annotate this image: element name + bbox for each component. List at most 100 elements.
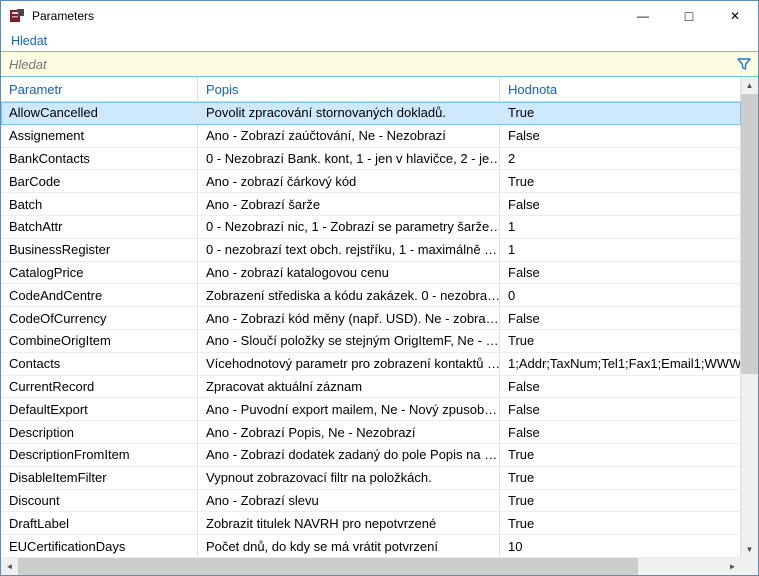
table-row[interactable]: EUCertificationDays Počet dnů, do kdy se…	[1, 535, 741, 558]
header-hodnota[interactable]: Hodnota	[500, 77, 741, 101]
header-parametr[interactable]: Parametr	[1, 77, 198, 101]
param-cell: CatalogPrice	[1, 262, 198, 284]
popis-cell: Ano - Zobrazí zaúčtování, Ne - Nezobrazí	[198, 125, 500, 147]
popis-cell: Ano - Zobrazí slevu	[198, 490, 500, 512]
hodnota-cell: False	[500, 398, 741, 420]
hodnota-cell: 1;Addr;TaxNum;Tel1;Fax1;Email1;WWW	[500, 353, 741, 375]
scroll-left-icon[interactable]: ◄	[1, 558, 18, 575]
table-row[interactable]: Discount Ano - Zobrazí slevu True	[1, 490, 741, 513]
scroll-right-icon[interactable]: ►	[724, 558, 741, 575]
close-button[interactable]: ✕	[712, 1, 758, 31]
hodnota-cell: True	[500, 467, 741, 489]
popis-cell: Ano - zobrazí katalogovou cenu	[198, 262, 500, 284]
param-cell: Batch	[1, 193, 198, 215]
popis-cell: Vícehodnotový parametr pro zobrazení kon…	[198, 353, 500, 375]
horizontal-scroll-thumb[interactable]	[18, 558, 638, 575]
horizontal-scrollbar[interactable]: ◄ ►	[1, 558, 741, 575]
hodnota-cell: 10	[500, 535, 741, 557]
param-cell: DisableItemFilter	[1, 467, 198, 489]
table-row[interactable]: BusinessRegister 0 - nezobrazí text obch…	[1, 239, 741, 262]
header-popis[interactable]: Popis	[198, 77, 500, 101]
parameters-window: Parameters — □ ✕ Hledat Parametr Popis H…	[0, 0, 759, 576]
filter-button[interactable]	[730, 52, 758, 76]
vertical-scrollbar[interactable]: ▲ ▼	[741, 77, 758, 558]
param-cell: Description	[1, 421, 198, 443]
table-row[interactable]: AllowCancelled Povolit zpracování storno…	[1, 102, 741, 125]
param-cell: CurrentRecord	[1, 376, 198, 398]
param-cell: Contacts	[1, 353, 198, 375]
param-cell: AllowCancelled	[1, 102, 198, 124]
hodnota-cell: 2	[500, 148, 741, 170]
window-controls: — □ ✕	[620, 1, 758, 31]
titlebar: Parameters — □ ✕	[1, 1, 758, 31]
app-icon	[9, 8, 25, 24]
param-cell: DraftLabel	[1, 512, 198, 534]
scrollbar-corner	[741, 558, 758, 575]
hodnota-cell: True	[500, 444, 741, 466]
popis-cell: 0 - nezobrazí text obch. rejstříku, 1 - …	[198, 239, 500, 261]
table-row[interactable]: CodeOfCurrency Ano - Zobrazí kód měny (n…	[1, 307, 741, 330]
table-row[interactable]: DefaultExport Ano - Puvodní export maile…	[1, 398, 741, 421]
table-row[interactable]: Description Ano - Zobrazí Popis, Ne - Ne…	[1, 421, 741, 444]
table-row[interactable]: CodeAndCentre Zobrazení střediska a kódu…	[1, 284, 741, 307]
horizontal-scroll-track[interactable]	[638, 558, 724, 575]
hodnota-cell: False	[500, 125, 741, 147]
search-box	[1, 51, 758, 77]
param-cell: CombineOrigItem	[1, 330, 198, 352]
vertical-scroll-thumb[interactable]	[741, 94, 758, 374]
popis-cell: Ano - zobrazí čárkový kód	[198, 170, 500, 192]
popis-cell: Zpracovat aktuální záznam	[198, 376, 500, 398]
hodnota-cell: True	[500, 170, 741, 192]
maximize-button[interactable]: □	[666, 1, 712, 31]
table-row[interactable]: BatchAttr 0 - Nezobrazí nic, 1 - Zobrazí…	[1, 216, 741, 239]
table-header: Parametr Popis Hodnota	[1, 77, 741, 102]
scroll-down-icon[interactable]: ▼	[741, 541, 758, 558]
table-row[interactable]: CombineOrigItem Ano - Sloučí položky se …	[1, 330, 741, 353]
popis-cell: Povolit zpracování stornovaných dokladů.	[198, 102, 500, 124]
window-title: Parameters	[32, 9, 94, 23]
table-row[interactable]: DraftLabel Zobrazit titulek NAVRH pro ne…	[1, 512, 741, 535]
table-row[interactable]: CatalogPrice Ano - zobrazí katalogovou c…	[1, 262, 741, 285]
hodnota-cell: False	[500, 193, 741, 215]
table-row[interactable]: Assignement Ano - Zobrazí zaúčtování, Ne…	[1, 125, 741, 148]
param-cell: BankContacts	[1, 148, 198, 170]
hodnota-cell: True	[500, 490, 741, 512]
param-cell: BusinessRegister	[1, 239, 198, 261]
hodnota-cell: True	[500, 102, 741, 124]
popis-cell: Ano - Zobrazí šarže	[198, 193, 500, 215]
popis-cell: Počet dnů, do kdy se má vrátit potvrzení	[198, 535, 500, 557]
search-label[interactable]: Hledat	[1, 31, 758, 51]
hodnota-cell: False	[500, 307, 741, 329]
param-cell: Discount	[1, 490, 198, 512]
hodnota-cell: 0	[500, 284, 741, 306]
popis-cell: Vypnout zobrazovací filtr na položkách.	[198, 467, 500, 489]
popis-cell: Ano - Puvodní export mailem, Ne - Nový z…	[198, 398, 500, 420]
scroll-up-icon[interactable]: ▲	[741, 77, 758, 94]
table-body: AllowCancelled Povolit zpracování storno…	[1, 102, 741, 558]
param-cell: DescriptionFromItem	[1, 444, 198, 466]
popis-cell: 0 - Nezobrazí nic, 1 - Zobrazí se parame…	[198, 216, 500, 238]
param-cell: CodeAndCentre	[1, 284, 198, 306]
table-row[interactable]: BankContacts 0 - Nezobrazí Bank. kont, 1…	[1, 148, 741, 171]
popis-cell: 0 - Nezobrazí Bank. kont, 1 - jen v hlav…	[198, 148, 500, 170]
table-row[interactable]: DescriptionFromItem Ano - Zobrazí dodate…	[1, 444, 741, 467]
hodnota-cell: True	[500, 330, 741, 352]
table-row[interactable]: BarCode Ano - zobrazí čárkový kód True	[1, 170, 741, 193]
table-row[interactable]: Contacts Vícehodnotový parametr pro zobr…	[1, 353, 741, 376]
hodnota-cell: True	[500, 512, 741, 534]
parameters-table: Parametr Popis Hodnota AllowCancelled Po…	[1, 77, 741, 558]
popis-cell: Ano - Zobrazí kód měny (např. USD). Ne -…	[198, 307, 500, 329]
param-cell: EUCertificationDays	[1, 535, 198, 557]
hodnota-cell: False	[500, 376, 741, 398]
popis-cell: Zobrazit titulek NAVRH pro nepotvrzené	[198, 512, 500, 534]
table-row[interactable]: DisableItemFilter Vypnout zobrazovací fi…	[1, 467, 741, 490]
popis-cell: Ano - Zobrazí dodatek zadaný do pole Pop…	[198, 444, 500, 466]
hodnota-cell: False	[500, 262, 741, 284]
table-row[interactable]: CurrentRecord Zpracovat aktuální záznam …	[1, 376, 741, 399]
search-input[interactable]	[1, 52, 730, 76]
bottom-scroll-row: ◄ ►	[1, 558, 758, 575]
table-row[interactable]: Batch Ano - Zobrazí šarže False	[1, 193, 741, 216]
vertical-scroll-track[interactable]	[741, 374, 758, 541]
minimize-button[interactable]: —	[620, 1, 666, 31]
param-cell: Assignement	[1, 125, 198, 147]
